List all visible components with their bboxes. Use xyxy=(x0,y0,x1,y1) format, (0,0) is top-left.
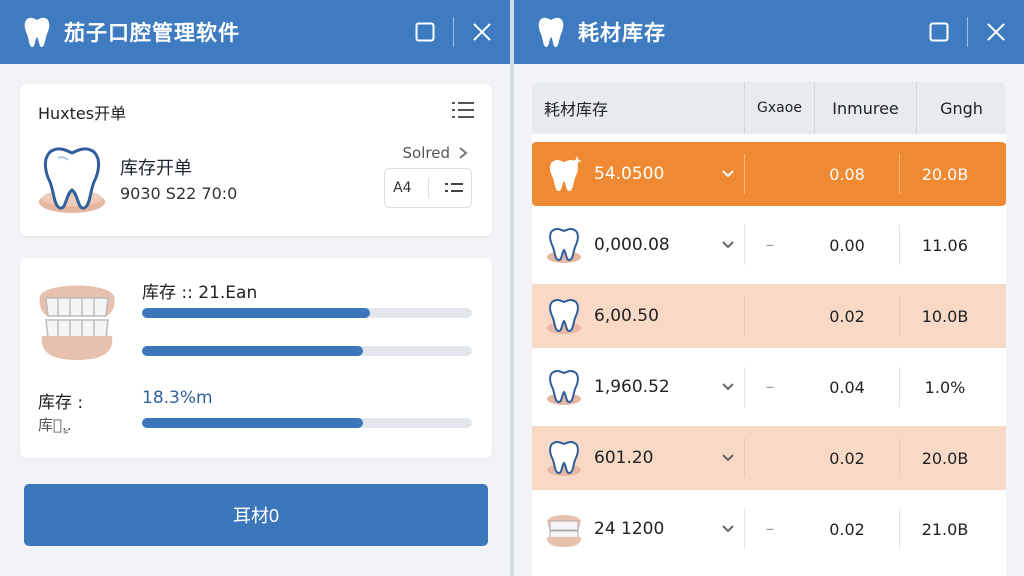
order-card-title: Huxtes开单 xyxy=(38,104,127,123)
stock-percent: 18.3%m xyxy=(142,388,213,408)
tooth-illustration-icon xyxy=(39,147,105,213)
tooth-logo-icon xyxy=(24,17,50,48)
stock-progress-fill-3 xyxy=(142,418,364,428)
row-length: 11.06 xyxy=(922,235,968,255)
table-row[interactable]: 1,960.52 – 0.04 1.0% xyxy=(532,355,1006,419)
stock-progress-fill-1 xyxy=(142,308,370,318)
app-title: 茄子口腔管理软件 xyxy=(64,21,240,45)
close-button[interactable] xyxy=(454,0,510,64)
table-row[interactable]: 601.20 0.02 20.0B xyxy=(532,426,1006,490)
column-header-length[interactable]: Gngh xyxy=(916,82,1006,134)
row-value: 601.20 xyxy=(594,448,654,468)
maximize-icon xyxy=(415,22,435,42)
table-header: 耗材库存 Gxaoe Inmuree Gngh xyxy=(532,82,1006,134)
table-row[interactable]: 0,000.08 – 0.00 11.06 xyxy=(532,213,1006,277)
maximize-button[interactable] xyxy=(911,0,967,64)
table-row[interactable]: 54.0500 0.08 20.0B xyxy=(532,142,1006,206)
row-length: 21.0B xyxy=(921,519,969,539)
right-window: 耗材库存 耗材库存 Gxaoe Inmuree Gngh 54.0500 0.08… xyxy=(514,0,1024,576)
tooth-icon xyxy=(547,440,581,476)
row-insurance: 0.04 xyxy=(829,377,865,397)
row-divider xyxy=(744,438,745,478)
close-icon xyxy=(473,23,491,41)
denture-icon xyxy=(39,285,115,360)
chevron-down-icon xyxy=(722,170,734,178)
format-toggle[interactable]: A4 xyxy=(384,168,472,208)
primary-action-button[interactable]: 耳材0 xyxy=(24,484,488,546)
sorted-link[interactable]: Solred xyxy=(403,144,468,162)
row-insurance: 0.00 xyxy=(829,235,865,255)
left-window: 茄子口腔管理软件 Huxtes开单 库存开单 9030 S22 70:0 Sol… xyxy=(0,0,510,576)
row-grade: – xyxy=(765,377,775,397)
row-insurance: 0.02 xyxy=(829,519,865,539)
column-header-name[interactable]: 耗材库存 xyxy=(532,96,744,120)
chevron-right-icon xyxy=(459,147,468,159)
row-grade: – xyxy=(765,519,775,539)
stock-progress-bar-2 xyxy=(142,346,472,356)
tooth-sparkle-icon xyxy=(550,156,582,191)
chevron-down-icon xyxy=(722,383,734,391)
order-card: Huxtes开单 库存开单 9030 S22 70:0 Solred A4 xyxy=(20,84,492,236)
row-divider xyxy=(744,154,745,194)
close-button[interactable] xyxy=(968,0,1024,64)
row-value: 54.0500 xyxy=(594,164,665,184)
row-value: 6,00.50 xyxy=(594,306,659,326)
row-length: 10.0B xyxy=(921,306,969,326)
stock-progress-bar-1 xyxy=(142,308,472,318)
row-insurance: 0.02 xyxy=(829,306,865,326)
stock-label: 库存 :: 21.Ean xyxy=(142,283,258,303)
list-menu-icon[interactable] xyxy=(452,100,474,120)
row-value: 24 1200 xyxy=(594,519,665,539)
row-insurance: 0.02 xyxy=(829,448,865,468)
column-header-insurance[interactable]: Inmuree xyxy=(814,82,916,134)
chevron-down-icon xyxy=(722,454,734,462)
table-row[interactable]: 6,00.50 0.02 10.0B xyxy=(532,284,1006,348)
row-length: 20.0B xyxy=(921,448,969,468)
maximize-button[interactable] xyxy=(397,0,453,64)
row-divider xyxy=(744,296,745,336)
row-expand-button[interactable] xyxy=(712,382,744,392)
tooth-icon xyxy=(547,369,581,405)
row-value: 0,000.08 xyxy=(594,235,670,255)
stock-secondary-label: 库存 : xyxy=(38,393,84,413)
inventory-table: 耗材库存 Gxaoe Inmuree Gngh 54.0500 0.08 20.0B… xyxy=(532,82,1006,576)
order-title: 库存开单 xyxy=(120,158,192,179)
column-header-grade[interactable]: Gxaoe xyxy=(744,82,814,134)
row-expand-button[interactable] xyxy=(712,453,744,463)
row-expand-button[interactable] xyxy=(712,524,744,534)
row-expand-button[interactable] xyxy=(712,240,744,250)
paper-size-label: A4 xyxy=(393,180,412,196)
row-grade: – xyxy=(765,235,775,255)
chevron-down-icon xyxy=(722,241,734,249)
inventory-title: 耗材库存 xyxy=(578,21,666,45)
stock-progress-fill-2 xyxy=(142,346,364,356)
tooth-logo-icon xyxy=(538,17,564,48)
row-value: 1,960.52 xyxy=(594,377,670,397)
row-length: 1.0% xyxy=(924,377,966,397)
row-length: 20.0B xyxy=(921,164,969,184)
tooth-icon xyxy=(547,227,581,263)
order-code: 9030 S22 70:0 xyxy=(120,184,238,203)
chevron-down-icon xyxy=(722,525,734,533)
tooth-icon xyxy=(547,298,581,334)
stock-progress-bar-3 xyxy=(142,418,472,428)
close-icon xyxy=(987,23,1005,41)
stock-card: 库存 :: 21.Ean 库存 : 库程ٍ.. 18.3%m xyxy=(20,258,492,458)
left-titlebar: 茄子口腔管理软件 xyxy=(0,0,510,64)
denture-icon xyxy=(547,515,581,547)
right-titlebar: 耗材库存 xyxy=(514,0,1024,64)
row-insurance: 0.08 xyxy=(829,164,865,184)
row-expand-button[interactable] xyxy=(712,169,744,179)
table-row[interactable]: 24 1200 – 0.02 21.0B xyxy=(532,497,1006,561)
mini-separator xyxy=(427,178,429,198)
stock-secondary-sub: 库程ٍ.. xyxy=(38,416,72,434)
maximize-icon xyxy=(929,22,949,42)
list-icon xyxy=(444,183,463,192)
sorted-label: Solred xyxy=(402,144,450,162)
